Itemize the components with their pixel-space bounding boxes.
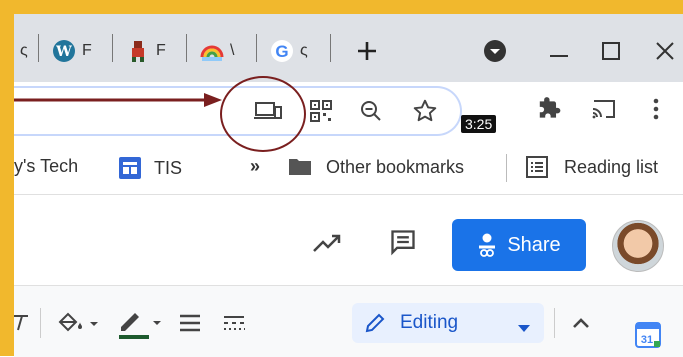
bookmark-tis[interactable]: TIS [118, 156, 182, 180]
share-button-label: Share [507, 233, 561, 256]
tab-google[interactable]: G ς [270, 36, 308, 66]
more-vertical-icon [653, 98, 659, 120]
bookmark-star-button[interactable] [410, 96, 440, 126]
tab-google-label: ς [300, 42, 308, 59]
tab-separator [38, 34, 39, 62]
new-tab-button[interactable] [352, 36, 382, 66]
editing-mode-dropdown[interactable]: Editing [352, 303, 544, 343]
svg-text:31: 31 [641, 334, 653, 346]
tab-rainbow[interactable]: \ [200, 36, 234, 66]
tab-character-label: F [156, 42, 166, 59]
browser-menu-button[interactable] [644, 94, 668, 124]
line-dash-icon [224, 316, 245, 330]
tab-separator [186, 34, 187, 62]
svg-text:G: G [275, 42, 288, 61]
line-weight-icon [180, 314, 200, 332]
wordpress-icon: W [52, 39, 76, 63]
overflow-chevron-label: » [250, 156, 261, 176]
bookmark-item[interactable]: y's Tech [14, 156, 78, 177]
editing-mode-label: Editing [400, 312, 459, 333]
bookmarks-overflow-button[interactable]: » [250, 156, 260, 177]
google-icon: G [270, 39, 294, 63]
maximize-button[interactable] [596, 36, 626, 66]
border-dash-button[interactable] [220, 308, 248, 338]
activity-dashboard-button[interactable] [310, 229, 344, 259]
toolbar-divider [40, 308, 41, 338]
tab-separator [330, 34, 331, 62]
tab-separator [256, 34, 257, 62]
pencil-icon [119, 313, 161, 339]
tab-character[interactable]: F [126, 36, 166, 66]
qr-code-icon [310, 100, 332, 122]
reading-list-button[interactable]: Reading list [526, 156, 658, 178]
qr-code-button[interactable] [306, 96, 336, 126]
calendar-icon: 31 [635, 322, 661, 348]
tab-1-label: ς [20, 42, 28, 59]
reading-list-icon [526, 156, 550, 178]
tis-favicon-icon [118, 156, 142, 180]
tab-separator [112, 34, 113, 62]
devices-icon [254, 102, 282, 119]
star-icon [413, 99, 437, 122]
minimize-icon [550, 55, 568, 57]
share-people-icon [477, 232, 497, 258]
border-weight-button[interactable] [176, 308, 204, 338]
frame-left-border [0, 0, 14, 356]
maximize-icon [602, 42, 620, 60]
plus-icon [358, 42, 376, 60]
comment-icon [391, 230, 415, 256]
chevron-up-icon [573, 318, 589, 328]
video-timestamp-badge: 3:25 [461, 115, 497, 133]
character-favicon-icon [126, 39, 150, 63]
edit-pencil-icon [364, 312, 386, 334]
tab-strip: ς W F F \ G ς [14, 14, 683, 82]
rainbow-favicon-icon [200, 39, 224, 63]
tab-search-icon [484, 40, 506, 62]
other-bookmarks-label: Other bookmarks [326, 156, 465, 177]
extensions-button[interactable] [534, 94, 564, 124]
tab-wordpress[interactable]: W F [52, 36, 92, 66]
zoom-button[interactable] [356, 96, 386, 126]
bookmark-tis-label: TIS [154, 157, 183, 178]
toolbar-divider [554, 308, 555, 338]
cast-button[interactable] [588, 94, 620, 124]
paint-bucket-icon [58, 312, 98, 332]
cast-icon [592, 100, 615, 119]
reading-list-label: Reading list [564, 156, 659, 177]
tab-wordpress-label: F [82, 42, 92, 59]
puzzle-icon [539, 97, 561, 118]
docs-header: Share [14, 195, 683, 285]
chevron-down-icon [518, 317, 530, 339]
formatting-toolbar: Editing 31 [14, 285, 683, 357]
google-calendar-button[interactable]: 31 [634, 320, 662, 350]
collapse-toolbar-button[interactable] [566, 308, 596, 338]
send-to-devices-button[interactable] [252, 96, 284, 126]
tab-rainbow-label: \ [230, 42, 235, 59]
avatar[interactable] [612, 220, 664, 272]
tab-1[interactable]: ς [20, 36, 28, 66]
frame-top-border [0, 0, 683, 14]
svg-text:W: W [55, 44, 72, 60]
comments-button[interactable] [386, 225, 420, 259]
close-icon [656, 42, 674, 60]
share-button[interactable]: Share [452, 219, 586, 271]
tab-search-button[interactable] [482, 38, 508, 64]
bookmarks-bar: y's Tech TIS » Other bookmarks Reading l… [14, 144, 683, 195]
zoom-out-icon [361, 101, 381, 121]
browser-toolbar [14, 82, 683, 144]
bookmarks-divider [506, 154, 507, 182]
close-button[interactable] [650, 36, 680, 66]
folder-icon [288, 156, 314, 178]
address-bar[interactable] [14, 86, 462, 136]
border-color-button[interactable] [114, 306, 164, 342]
fill-color-button[interactable] [54, 308, 102, 338]
minimize-button[interactable] [544, 38, 574, 64]
partial-tool-icon[interactable] [14, 310, 30, 336]
other-bookmarks-folder[interactable]: Other bookmarks [288, 156, 464, 178]
trending-up-icon [313, 234, 341, 252]
bookmark-item-label: y's Tech [14, 156, 79, 176]
